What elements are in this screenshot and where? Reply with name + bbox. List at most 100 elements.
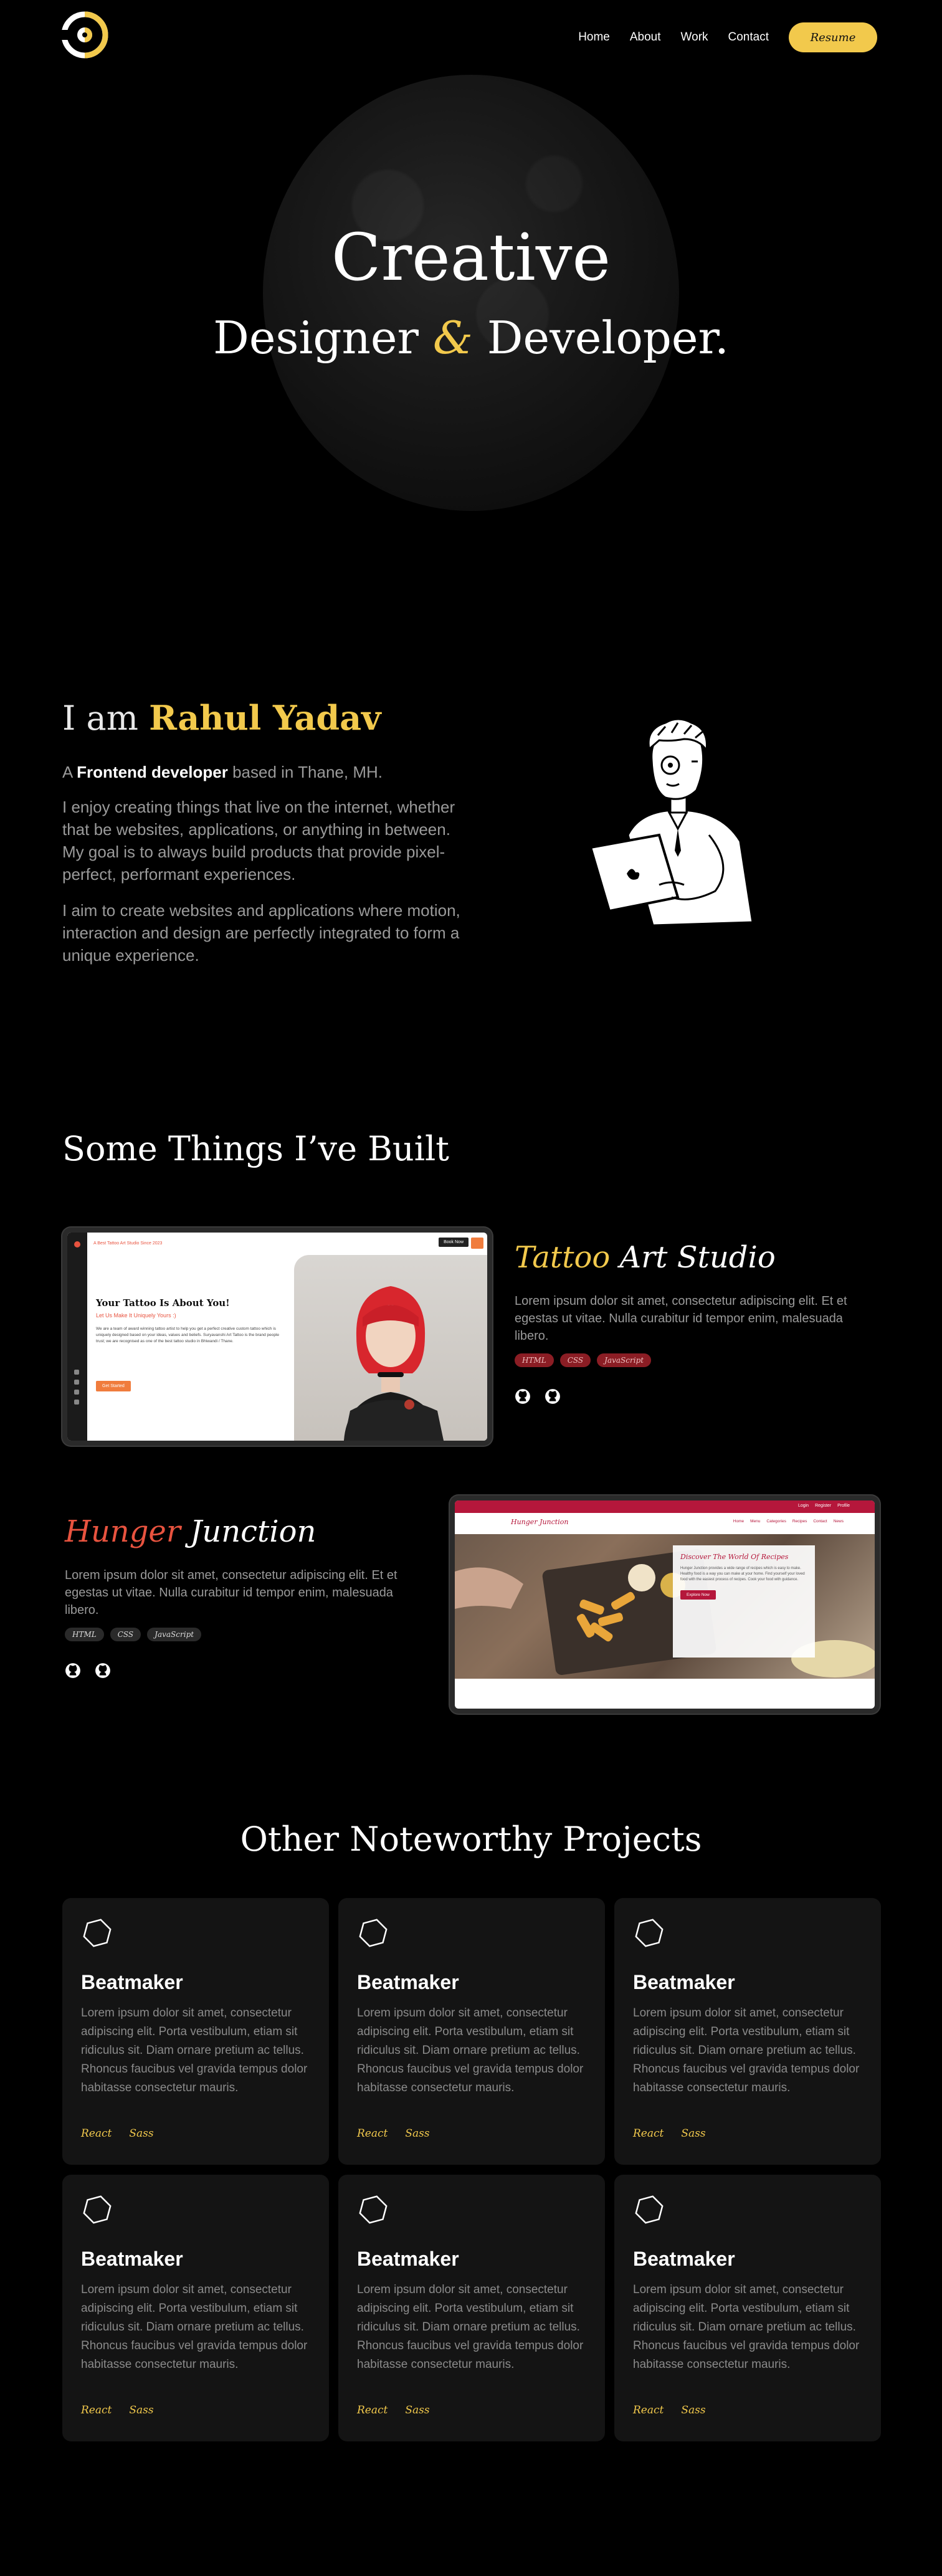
hero-sub-designer: Designer bbox=[213, 312, 419, 364]
about-role-a: A bbox=[62, 763, 72, 781]
hunger-menu-item: News bbox=[833, 1519, 844, 1524]
about-role-location: based in Thane, MH. bbox=[232, 763, 383, 781]
hero-sub-developer: Developer. bbox=[487, 312, 729, 364]
tattoo-screen-subline: Let Us Make It Uniquely Yours :) bbox=[96, 1312, 176, 1319]
card-tag: React bbox=[633, 2404, 664, 2416]
hunger-project-title[interactable]: Hunger Junction bbox=[65, 1514, 401, 1549]
project-card-tags: React Sass bbox=[81, 2404, 154, 2416]
card-tag: Sass bbox=[405, 2127, 430, 2140]
hunger-screen-logo: Hunger Junction bbox=[511, 1518, 569, 1526]
tattoo-screen-body: We are a team of award winning tattoo ar… bbox=[96, 1327, 280, 1343]
card-tag: Sass bbox=[681, 2404, 706, 2416]
project-card[interactable]: Beatmaker Lorem ipsum dolor sit amet, co… bbox=[62, 2175, 329, 2441]
hunger-title-accent: Hunger bbox=[65, 1514, 181, 1549]
about-role: A Frontend developer based in Thane, MH. bbox=[62, 763, 473, 782]
card-tag: React bbox=[633, 2127, 664, 2140]
nav-home-link[interactable]: Home bbox=[578, 31, 610, 44]
project-card[interactable]: Beatmaker Lorem ipsum dolor sit amet, co… bbox=[62, 1898, 329, 2165]
card-tag: React bbox=[81, 2404, 112, 2416]
project-card-description: Lorem ipsum dolor sit amet, consectetur … bbox=[357, 2006, 584, 2094]
card-tag: React bbox=[357, 2127, 388, 2140]
card-tag: Sass bbox=[681, 2127, 706, 2140]
hunger-project-info: Hunger Junction Lorem ipsum dolor sit am… bbox=[65, 1514, 401, 1679]
hero-section: Creative Designer & Developer. bbox=[0, 75, 942, 592]
tattoo-side-rail bbox=[67, 1233, 87, 1441]
developer-illustration-icon bbox=[589, 718, 754, 927]
tattoo-title-rest: Art Studio bbox=[619, 1240, 776, 1275]
hunger-topbar-login: Login bbox=[797, 1504, 809, 1508]
hexagon-icon bbox=[635, 1919, 664, 1947]
project-card-tags: React Sass bbox=[357, 2127, 430, 2140]
project-card-tags: React Sass bbox=[357, 2404, 430, 2416]
hunger-hero-card: Discover The World Of Recipes Hunger Jun… bbox=[673, 1545, 815, 1658]
project-card-title: Beatmaker bbox=[633, 1971, 735, 1993]
hunger-menu-item: Recipes bbox=[792, 1519, 807, 1524]
social-icon bbox=[74, 1380, 79, 1385]
github-icon[interactable] bbox=[65, 1662, 81, 1679]
project-card-tags: React Sass bbox=[633, 2127, 706, 2140]
hexagon-icon bbox=[83, 2195, 112, 2224]
project-card[interactable]: Beatmaker Lorem ipsum dolor sit amet, co… bbox=[338, 1898, 605, 2165]
hero-ampersand: & bbox=[432, 312, 473, 364]
hunger-menu-item: Contact bbox=[813, 1519, 827, 1524]
tag-css: CSS bbox=[559, 1353, 591, 1367]
project-card-description: Lorem ipsum dolor sit amet, consectetur … bbox=[633, 2006, 860, 2094]
hexagon-icon bbox=[359, 1919, 388, 1947]
card-tag: Sass bbox=[129, 2127, 154, 2140]
about-name: Rahul Yadav bbox=[149, 698, 381, 738]
built-section-title: Some Things I’ve Built bbox=[62, 1129, 449, 1168]
github-icon[interactable] bbox=[95, 1662, 111, 1679]
about-heading-prefix: I am bbox=[62, 699, 138, 738]
project-card[interactable]: Beatmaker Lorem ipsum dolor sit amet, co… bbox=[614, 2175, 881, 2441]
project-card-description: Lorem ipsum dolor sit amet, consectetur … bbox=[81, 2006, 308, 2094]
tattoo-screen-headline: Your Tattoo Is About You! bbox=[96, 1297, 230, 1309]
project-card-tags: React Sass bbox=[81, 2127, 154, 2140]
tag-javascript: JavaScript bbox=[597, 1353, 652, 1367]
tattoo-project-links bbox=[515, 1388, 864, 1405]
about-role-title: Frontend developer bbox=[77, 763, 228, 781]
project-card-title: Beatmaker bbox=[357, 1971, 459, 1993]
tattoo-screen: A Best Tattoo Art Studio Since 2023 Book… bbox=[67, 1233, 487, 1441]
card-tag: React bbox=[357, 2404, 388, 2416]
github-icon[interactable] bbox=[515, 1388, 531, 1405]
hunger-project-screenshot[interactable]: Login Register Profile Hunger Junction H… bbox=[450, 1496, 880, 1714]
tag-html: HTML bbox=[65, 1628, 104, 1641]
github-icon[interactable] bbox=[545, 1388, 561, 1405]
social-icon bbox=[74, 1390, 79, 1395]
hunger-topbar-profile: Profile bbox=[837, 1504, 850, 1508]
tattoo-title-accent: Tattoo bbox=[515, 1240, 611, 1275]
project-card-title: Beatmaker bbox=[633, 2248, 735, 2270]
hunger-topbar: Login Register Profile bbox=[455, 1500, 875, 1513]
brand-logo-icon[interactable] bbox=[61, 11, 108, 59]
tag-html: HTML bbox=[515, 1353, 554, 1367]
hunger-screen-menu: Home Menu Categories Recipes Contact New… bbox=[733, 1519, 844, 1524]
card-tag: Sass bbox=[129, 2404, 154, 2416]
tattoo-screen-nav-text: A Best Tattoo Art Studio Since 2023 bbox=[93, 1241, 163, 1246]
project-card-description: Lorem ipsum dolor sit amet, consectetur … bbox=[633, 2283, 860, 2371]
tattoo-project-screenshot[interactable]: A Best Tattoo Art Studio Since 2023 Book… bbox=[62, 1228, 492, 1446]
nav-contact-link[interactable]: Contact bbox=[728, 31, 769, 44]
card-tag: React bbox=[81, 2127, 112, 2140]
hunger-project-description: Lorem ipsum dolor sit amet, consectetur … bbox=[65, 1568, 397, 1617]
tattoo-screen-cta: Get Started bbox=[96, 1381, 131, 1391]
project-card-description: Lorem ipsum dolor sit amet, consectetur … bbox=[81, 2283, 308, 2371]
about-heading: I am Rahul Yadav bbox=[62, 698, 473, 738]
hunger-topbar-register: Register bbox=[815, 1504, 832, 1508]
tattoo-rail-dot bbox=[74, 1241, 80, 1247]
tattoo-project-title[interactable]: Tattoo Art Studio bbox=[515, 1240, 864, 1275]
project-card-tags: React Sass bbox=[633, 2404, 706, 2416]
resume-button[interactable]: Resume bbox=[789, 22, 877, 52]
hunger-card-title: Discover The World Of Recipes bbox=[680, 1553, 789, 1561]
nav-about-link[interactable]: About bbox=[630, 31, 661, 44]
nav-work-link[interactable]: Work bbox=[681, 31, 708, 44]
hunger-card-body: Hunger Junction provides a wide range of… bbox=[680, 1567, 805, 1581]
hunger-screen: Login Register Profile Hunger Junction H… bbox=[455, 1500, 875, 1709]
tattoo-social-icons bbox=[74, 1370, 80, 1405]
hunger-menu-item: Menu bbox=[750, 1519, 761, 1524]
about-paragraph-1: I enjoy creating things that live on the… bbox=[62, 798, 455, 884]
about-section: I am Rahul Yadav A Frontend developer ba… bbox=[62, 698, 473, 966]
hunger-project-links bbox=[65, 1662, 401, 1679]
tag-javascript: JavaScript bbox=[147, 1628, 202, 1641]
project-card[interactable]: Beatmaker Lorem ipsum dolor sit amet, co… bbox=[614, 1898, 881, 2165]
project-card[interactable]: Beatmaker Lorem ipsum dolor sit amet, co… bbox=[338, 2175, 605, 2441]
